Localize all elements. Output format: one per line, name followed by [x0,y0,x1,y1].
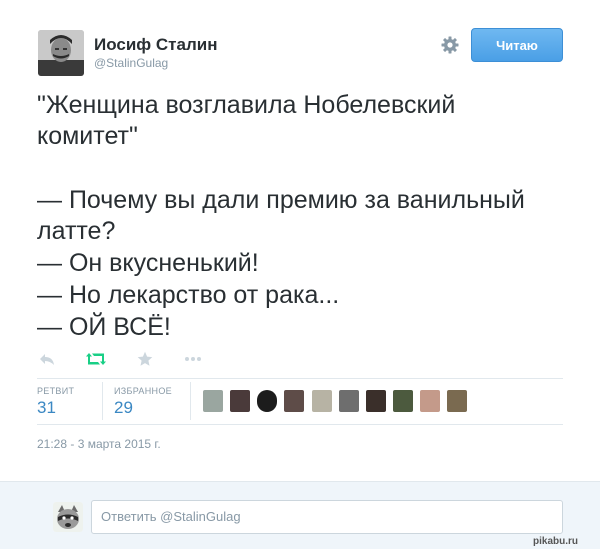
author-avatar[interactable] [38,30,84,76]
stat-separator [102,382,103,420]
favoriter-avatar[interactable] [230,390,250,412]
favorites-count[interactable]: 29 [114,398,133,418]
retweet-icon[interactable] [85,349,107,369]
reply-input[interactable]: Ответить @StalinGulag [91,500,563,534]
tweet-timestamp[interactable]: 21:28 - 3 марта 2015 г. [37,437,161,451]
stat-separator [190,382,191,420]
user-avatar [53,502,83,532]
following-button[interactable]: Читаю [471,28,563,62]
tweet-text-line: латте? [37,217,116,245]
favoriter-avatar[interactable] [339,390,359,412]
author-handle[interactable]: @StalinGulag [94,56,168,70]
favorites-label: ИЗБРАННОЕ [114,386,172,396]
favoriter-avatar[interactable] [366,390,386,412]
author-name[interactable]: Иосиф Сталин [94,35,217,55]
tweet-text-line: — Он вкусненький! [37,249,259,277]
favoriter-avatar[interactable] [447,390,467,412]
tweet-text-line: комитет" [37,122,138,150]
divider [37,378,563,379]
more-icon[interactable] [183,349,203,369]
retweets-count[interactable]: 31 [37,398,56,418]
tweet-card: Иосиф Сталин @StalinGulag Читаю "Женщина… [0,0,600,480]
watermark: pikabu.ru [533,536,579,547]
tweet-text-line: — Но лекарство от рака... [37,281,340,309]
favoriter-avatar[interactable] [203,390,223,412]
retweets-label: РЕТВИТ [37,386,75,396]
favoriter-avatar[interactable] [312,390,332,412]
favoriter-avatar[interactable] [420,390,440,412]
tweet-text-line: — Почему вы дали премию за ванильный [37,186,525,214]
tweet-text-line: — ОЙ ВСЁ! [37,313,171,341]
gear-icon[interactable] [440,35,460,55]
tweet-text-line: "Женщина возглавила Нобелевский [37,91,456,119]
favoriter-avatar[interactable] [284,390,304,412]
favoriter-avatar[interactable] [257,390,277,412]
reply-icon[interactable] [37,349,57,369]
reply-area: Ответить @StalinGulag [0,481,600,549]
favoriter-avatar[interactable] [393,390,413,412]
star-icon[interactable] [136,349,154,369]
divider [37,424,563,425]
